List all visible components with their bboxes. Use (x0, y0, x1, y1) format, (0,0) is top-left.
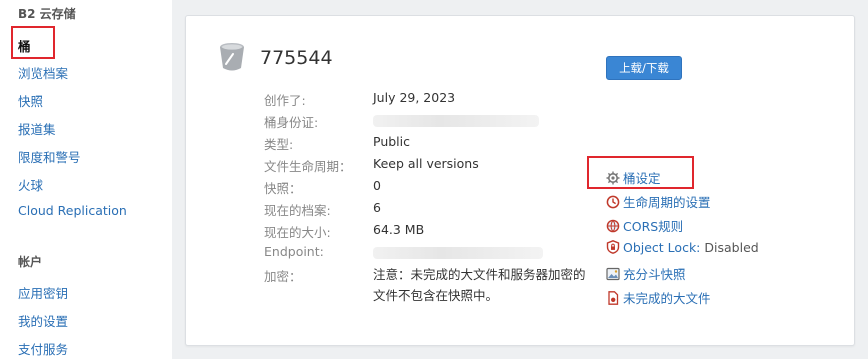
endpoint-redacted (373, 247, 543, 259)
lifecycle-label: 文件生命周期： (264, 159, 352, 174)
cors-rules-label: CORS规则 (623, 219, 684, 234)
sidebar-item-reports[interactable]: 报道集 (18, 119, 56, 138)
clock-icon (606, 195, 620, 209)
bucket-settings-label: 桶设定 (623, 171, 661, 186)
cors-rules-link[interactable]: CORS规则 (606, 216, 683, 235)
sidebar: B2 云存储 桶 浏览档案 快照 报道集 限度和警号 火球 Cloud Repl… (0, 0, 168, 359)
created-value: July 29, 2023 (373, 90, 456, 105)
endpoint-label: Endpoint: (264, 244, 324, 259)
sidebar-item-fireball[interactable]: 火球 (18, 175, 43, 194)
created-label: 创作了: (264, 93, 306, 108)
object-lock-status: Disabled (704, 240, 759, 255)
sidebar-item-app-keys[interactable]: 应用密钥 (18, 283, 68, 302)
bucket-name: 775544 (260, 47, 333, 69)
encryption-note: 注意：未完成的大文件和服务器加密的文件不包含在快照中。 (373, 267, 586, 303)
bucket-snapshot-label: 充分斗快照 (623, 267, 686, 282)
bucket-icon (220, 43, 244, 71)
file-icon (608, 291, 619, 305)
current-files-label: 现在的档案: (264, 203, 331, 218)
shield-lock-icon (606, 240, 620, 254)
snapshots-label: 快照： (264, 181, 302, 196)
sidebar-item-snapshots[interactable]: 快照 (18, 91, 43, 110)
upload-download-button[interactable]: 上载/下载 (606, 56, 682, 80)
sidebar-item-cloud-replication[interactable]: Cloud Replication (18, 203, 127, 218)
current-size-value: 64.3 MB (373, 222, 425, 237)
current-files-value: 6 (373, 200, 381, 215)
lifecycle-value: Keep all versions (373, 156, 479, 171)
type-label: 类型: (264, 137, 294, 152)
current-size-label: 现在的大小: (264, 225, 331, 240)
sidebar-account-header: 帐户 (18, 255, 43, 269)
unfinished-large-files-link[interactable]: 未完成的大文件 (606, 288, 711, 307)
gear-icon (606, 171, 620, 185)
bucket-id-redacted (373, 115, 539, 127)
object-lock-label: Object Lock: (623, 240, 701, 255)
sidebar-item-browse-files[interactable]: 浏览档案 (18, 63, 68, 82)
bucket-settings-link[interactable]: 桶设定 (606, 168, 661, 187)
image-icon (606, 267, 620, 281)
globe-icon (606, 219, 620, 233)
type-value: Public (373, 134, 410, 149)
unfinished-large-files-label: 未完成的大文件 (623, 291, 711, 306)
lifecycle-settings-link[interactable]: 生命周期的设置 (606, 192, 711, 211)
lifecycle-settings-label: 生命周期的设置 (623, 195, 711, 210)
sidebar-header: B2 云存储 (18, 7, 76, 21)
object-lock-link[interactable]: Object Lock: Disabled (606, 240, 759, 255)
encryption-label: 加密： (264, 269, 302, 284)
sidebar-item-my-settings[interactable]: 我的设置 (18, 311, 68, 330)
sidebar-item-buckets[interactable]: 桶 (18, 36, 31, 55)
sidebar-item-caps-alerts[interactable]: 限度和警号 (18, 147, 81, 166)
bucket-snapshot-link[interactable]: 充分斗快照 (606, 264, 686, 283)
bucket-id-label: 桶身份证: (264, 115, 319, 130)
snapshots-value: 0 (373, 178, 381, 193)
sidebar-item-billing[interactable]: 支付服务 (18, 339, 68, 358)
